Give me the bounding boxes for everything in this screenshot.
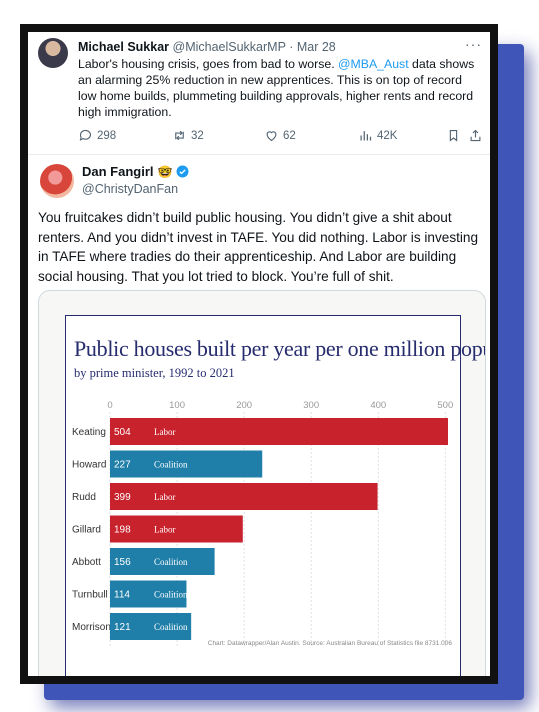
category-label: Turnbull: [72, 590, 108, 601]
tweet-text: Labor's housing crisis, goes from bad to…: [78, 56, 478, 120]
party-label: Coalition: [154, 460, 188, 470]
chart-subtitle: by prime minister, 1992 to 2021: [74, 366, 235, 380]
tweet-text: You fruitcakes didn’t build public housi…: [38, 210, 479, 284]
category-label: Abbott: [72, 557, 101, 568]
like-count: 62: [283, 129, 296, 142]
mention-link[interactable]: @MBA_Aust: [338, 57, 409, 71]
share-button[interactable]: [468, 128, 483, 143]
x-tick-label: 200: [236, 400, 252, 411]
x-tick-label: 300: [303, 400, 319, 411]
views-count: 42K: [377, 129, 398, 142]
bookmark-icon: [449, 129, 458, 142]
category-label: Rudd: [72, 492, 96, 503]
reply-count: 298: [97, 129, 117, 142]
category-label: Gillard: [72, 525, 101, 536]
views-button[interactable]: 42K: [358, 128, 397, 143]
tweet-text-part: Labor's housing crisis, goes from bad to…: [78, 57, 339, 71]
x-tick-label: 0: [107, 400, 112, 411]
category-label: Morrison: [72, 622, 111, 633]
like-button[interactable]: 62: [264, 128, 296, 143]
chart-source: Chart: Datawrapper/Alan Austin. Source: …: [207, 640, 452, 647]
avatar[interactable]: [40, 164, 74, 198]
divider: [28, 154, 490, 155]
bar-value-label: 227: [114, 460, 131, 471]
bar-value-label: 121: [114, 622, 131, 633]
tweet-card: Michael Sukkar @MichaelSukkarMP · Mar 28…: [28, 32, 490, 676]
bar-value-label: 198: [114, 525, 131, 536]
chart-title: Public houses built per year per one mil…: [74, 336, 485, 361]
bar-value-label: 156: [114, 557, 131, 568]
party-label: Coalition: [154, 590, 188, 600]
party-label: Coalition: [154, 557, 188, 567]
chart: 0 100 200 300 400 500 Keating 504 Labor Howard 227…: [65, 315, 485, 676]
x-tick-label: 400: [370, 400, 386, 411]
party-label: Labor: [154, 492, 176, 502]
tweet-date[interactable]: · Mar 28: [289, 40, 336, 54]
repost-count: 32: [191, 129, 204, 142]
quoted-tweet[interactable]: Michael Sukkar @MichaelSukkarMP · Mar 28…: [28, 32, 490, 152]
tweet-actions: 298 32 62 42K: [78, 128, 481, 146]
views-icon: [360, 131, 372, 141]
bar: [110, 483, 378, 510]
bar-value-label: 114: [114, 590, 130, 601]
bar-value-label: 504: [114, 427, 131, 438]
author-handle[interactable]: @ChristyDanFan: [82, 182, 178, 196]
category-label: Keating: [72, 427, 106, 438]
category-label: Howard: [72, 460, 106, 471]
author-name[interactable]: Dan Fangirl: [82, 164, 154, 179]
bookmark-button[interactable]: [446, 128, 461, 143]
x-tick-label: 100: [169, 400, 185, 411]
author-handle[interactable]: @MichaelSukkarMP: [173, 40, 286, 54]
x-tick-label: 500: [437, 400, 453, 411]
tweet-media-image[interactable]: 0 100 200 300 400 500 Keating 504 Labor Howard 227…: [38, 290, 486, 676]
verified-icon: [177, 165, 189, 178]
share-icon: [470, 129, 481, 142]
more-options-button[interactable]: ···: [465, 36, 482, 52]
author-name[interactable]: Michael Sukkar: [78, 40, 169, 54]
like-icon: [266, 131, 277, 142]
emoji-icon: 🤓: [157, 164, 173, 179]
party-label: Labor: [154, 427, 176, 437]
author-name-row: Dan Fangirl 🤓: [82, 164, 189, 179]
reply-button[interactable]: 298: [78, 128, 116, 143]
avatar[interactable]: [38, 38, 68, 68]
party-label: Coalition: [154, 622, 188, 632]
reply-icon: [79, 129, 92, 141]
repost-icon: [175, 130, 184, 141]
repost-button[interactable]: 32: [172, 128, 204, 143]
bar-value-label: 399: [114, 492, 131, 503]
tweet-header: Michael Sukkar @MichaelSukkarMP · Mar 28: [78, 40, 336, 54]
party-label: Labor: [154, 525, 176, 535]
